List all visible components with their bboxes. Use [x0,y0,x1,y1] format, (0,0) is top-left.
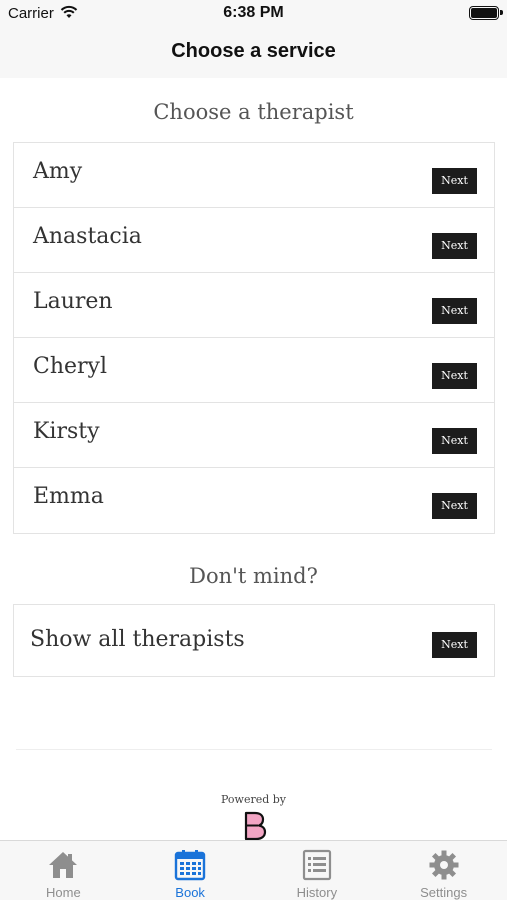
next-button[interactable]: Next [432,632,477,658]
next-button[interactable]: Next [432,428,477,454]
clock: 6:38 PM [223,4,284,21]
battery-icon [469,6,503,20]
therapist-row-lauren[interactable]: Lauren Next [14,273,494,338]
next-button[interactable]: Next [432,363,477,389]
therapist-row-anastacia[interactable]: Anastacia Next [14,208,494,273]
powered-by-label: Powered by [220,793,287,806]
dont-mind-heading: Don't mind? [189,564,318,588]
tab-bar: Home Book History Settings [0,840,507,900]
tab-settings[interactable]: Settings [380,841,507,900]
tab-label: Book [175,885,205,900]
therapist-row-emma[interactable]: Emma Next [14,468,494,533]
show-all-list: Show all therapists Next [13,604,495,677]
therapist-name: Emma [33,484,104,509]
next-button[interactable]: Next [432,233,477,259]
tab-label: Home [46,885,81,900]
gear-icon [429,850,459,880]
tab-label: History [296,885,338,900]
brand-logo [244,811,267,841]
therapist-name: Amy [33,159,83,184]
therapist-row-cheryl[interactable]: Cheryl Next [14,338,494,403]
therapist-row-amy[interactable]: Amy Next [14,143,494,208]
show-all-label: Show all therapists [30,627,245,652]
tab-history[interactable]: History [254,841,381,900]
tab-label: Settings [420,885,468,900]
calendar-icon [174,850,206,881]
status-bar: Carrier 6:38 PM [0,0,507,28]
therapist-name: Anastacia [33,224,142,249]
tab-book[interactable]: Book [127,841,254,900]
page-title: Choose a service [171,40,336,62]
therapists-heading: Choose a therapist [153,100,354,124]
therapist-name: Cheryl [33,354,108,379]
show-all-therapists-row[interactable]: Show all therapists Next [14,605,494,676]
therapist-list: Amy Next Anastacia Next Lauren Next Cher… [13,142,495,534]
therapist-row-kirsty[interactable]: Kirsty Next [14,403,494,468]
footer-divider [16,749,492,750]
next-button[interactable]: Next [432,493,477,519]
list-icon [302,849,331,881]
therapist-name: Lauren [33,289,113,314]
home-icon [49,852,78,878]
therapist-name: Kirsty [33,419,100,444]
next-button[interactable]: Next [432,168,477,194]
navigation-bar: Choose a service [0,28,507,78]
next-button[interactable]: Next [432,298,477,324]
tab-home[interactable]: Home [0,841,127,900]
